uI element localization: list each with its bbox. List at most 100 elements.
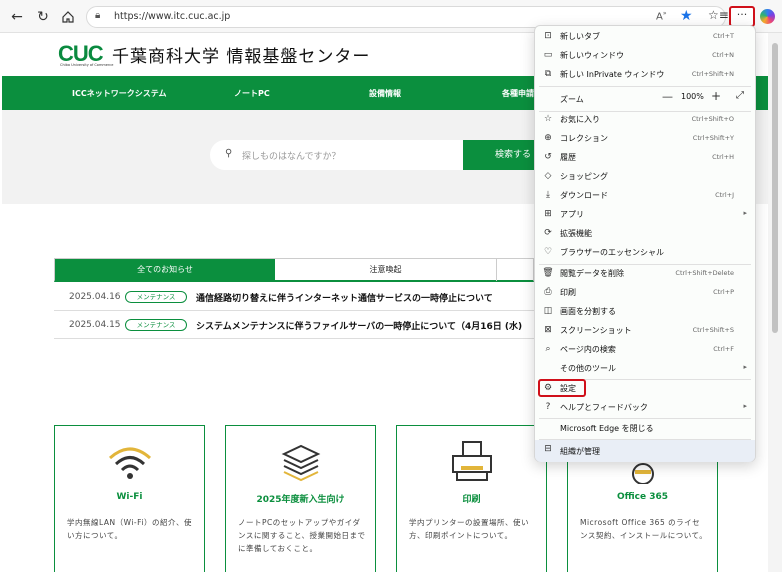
menu-item-favorites[interactable]: ☆ お気に入り Ctrl+Shift+O <box>535 110 755 129</box>
menu-item-collections[interactable]: ⊕ コレクション Ctrl+Shift+Y <box>535 129 755 148</box>
card-wifi[interactable]: Wi-Fi 学内無線LAN（Wi-Fi）の紹介、使い方について。 <box>54 425 205 572</box>
tab-alerts[interactable]: 注意喚起 <box>275 259 497 281</box>
refresh-icon[interactable]: ↻ <box>33 7 53 27</box>
zoom-in-button[interactable]: + <box>711 89 721 103</box>
tab-all-news[interactable]: 全てのお知らせ <box>55 259 275 281</box>
menu-item-apps[interactable]: ⊞ アプリ ▸ <box>535 205 755 224</box>
read-aloud-icon[interactable]: A» <box>656 10 667 22</box>
card-title: Office 365 <box>616 492 669 502</box>
nav-item-applications[interactable]: 各種申請 <box>502 88 534 99</box>
download-icon: ⤓ <box>546 190 550 200</box>
scrollbar-thumb[interactable] <box>772 43 778 333</box>
search-input[interactable]: ⚲ 探しものはなんですか？ <box>210 140 464 170</box>
menu-item-shopping[interactable]: ◇ ショッピング <box>535 167 755 186</box>
trash-icon: 🗑︎ <box>542 268 554 278</box>
history-icon: ↺ <box>544 152 552 162</box>
nav-item-notepc[interactable]: ノートPC <box>234 88 270 99</box>
card-printing[interactable]: 印刷 学内プリンターの設置場所、使い方、印刷ポイントについて。 <box>396 425 547 572</box>
menu-item-new-tab[interactable]: ⊡ 新しいタブ Ctrl+T <box>535 27 755 46</box>
briefcase-icon: ⊟ <box>544 444 552 454</box>
menu-item-inprivate[interactable]: ⧉ 新しい InPrivate ウィンドウ Ctrl+Shift+N <box>535 65 755 84</box>
menu-item-label: その他のツール <box>560 364 616 373</box>
news-badge: メンテナンス <box>125 291 187 303</box>
page-scrollbar[interactable] <box>768 33 782 572</box>
menu-item-label: Microsoft Edge を閉じる <box>560 424 654 433</box>
menu-item-label: ダウンロード <box>560 191 608 200</box>
menu-item-label: 閲覧データを削除 <box>560 269 624 278</box>
menu-item-print[interactable]: ⎙ 印刷 Ctrl+P <box>535 283 755 302</box>
fullscreen-icon[interactable]: ⤢ <box>736 90 744 101</box>
menu-item-split-screen[interactable]: ◫ 画面を分割する <box>535 302 755 321</box>
menu-item-essentials[interactable]: ♡ ブラウザーのエッセンシャル <box>535 243 755 262</box>
menu-item-extensions[interactable]: ⟳ 拡張機能 <box>535 224 755 243</box>
chevron-right-icon: ▸ <box>743 363 747 371</box>
search-placeholder: 探しものはなんですか？ <box>242 152 341 162</box>
menu-item-close-edge[interactable]: Microsoft Edge を閉じる <box>535 419 755 438</box>
search-button[interactable]: 検索する <box>463 140 543 170</box>
chevron-right-icon: ▸ <box>743 209 747 217</box>
card-description: 学内無線LAN（Wi-Fi）の紹介、使い方について。 <box>67 518 192 540</box>
card-description: ノートPCのセットアップやガイダンスに関すること、授業開始日までに準備しておくこ… <box>238 518 366 553</box>
news-tabs: 全てのお知らせ 注意喚起 <box>54 258 534 282</box>
menu-item-shortcut: Ctrl+Shift+N <box>691 70 734 78</box>
settings-highlight <box>538 379 586 397</box>
card-description: 学内プリンターの設置場所、使い方、印刷ポイントについて。 <box>409 518 529 540</box>
menu-item-shortcut: Ctrl+F <box>713 345 734 353</box>
lock-icon[interactable]: 🔒︎ <box>95 10 100 21</box>
menu-item-label: 画面を分割する <box>560 307 616 316</box>
help-icon: ? <box>545 402 551 412</box>
news-title[interactable]: 通信経路切り替えに伴うインターネット通信サービスの一時停止について <box>196 291 493 304</box>
news-title[interactable]: システムメンテナンスに伴うファイルサーバの一時停止について（4月16日 (水) <box>196 319 522 332</box>
menu-item-shortcut: Ctrl+Shift+O <box>691 115 734 123</box>
news-item[interactable]: 2025.04.15 メンテナンス システムメンテナンスに伴うファイルサーバの一… <box>54 312 534 339</box>
url-text[interactable]: https://www.itc.cuc.ac.jp <box>114 11 230 22</box>
card-freshmen[interactable]: 2025年度新入生向け ノートPCのセットアップやガイダンスに関すること、授業開… <box>225 425 376 572</box>
menu-item-managed[interactable]: ⊟ 組織が管理 <box>535 440 755 462</box>
menu-item-more-tools[interactable]: その他のツール ▸ <box>535 359 755 378</box>
menu-item-label: ブラウザーのエッセンシャル <box>560 248 664 257</box>
menu-item-shortcut: Ctrl+J <box>715 191 734 199</box>
menu-item-screenshot[interactable]: ⊠ スクリーンショット Ctrl+Shift+S <box>535 321 755 340</box>
menu-item-label: スクリーンショット <box>560 326 632 335</box>
menu-item-shortcut: Ctrl+H <box>712 153 734 161</box>
nav-item-facilities[interactable]: 設備情報 <box>369 88 401 99</box>
favorites-icon[interactable]: ☆≡ <box>708 8 729 22</box>
menu-item-label: ヘルプとフィードバック <box>560 403 648 412</box>
star-icon[interactable]: ★ <box>680 8 693 24</box>
menu-item-history[interactable]: ↺ 履歴 Ctrl+H <box>535 148 755 167</box>
menu-item-label: アプリ <box>560 210 584 219</box>
menu-item-downloads[interactable]: ⤓ ダウンロード Ctrl+J <box>535 186 755 205</box>
menu-item-shortcut: Ctrl+N <box>712 51 734 59</box>
menu-item-help[interactable]: ? ヘルプとフィードバック ▸ <box>535 398 755 417</box>
zoom-level: 100% <box>681 92 704 101</box>
heart-pulse-icon: ♡ <box>543 247 553 257</box>
printer-icon <box>447 440 497 484</box>
card-description: Microsoft Office 365 のライセンス契約、インストールについて… <box>580 518 708 540</box>
menu-item-new-window[interactable]: ▭ 新しいウィンドウ Ctrl+N <box>535 46 755 65</box>
nav-item-network[interactable]: ICCネットワークシステム <box>72 88 166 99</box>
zoom-out-button[interactable]: — <box>662 90 673 103</box>
menu-item-clear-data[interactable]: 🗑︎ 閲覧データを削除 Ctrl+Shift+Delete <box>535 264 755 283</box>
new-window-icon: ▭ <box>543 50 553 60</box>
menu-item-label: 新しいタブ <box>560 32 600 41</box>
news-item[interactable]: 2025.04.16 メンテナンス 通信経路切り替えに伴うインターネット通信サー… <box>54 284 534 311</box>
news-date: 2025.04.15 <box>69 320 121 330</box>
settings-and-more-button[interactable]: ··· <box>729 6 755 27</box>
home-icon[interactable] <box>58 7 78 27</box>
menu-item-shortcut: Ctrl+Shift+S <box>692 326 734 334</box>
news-badge: メンテナンス <box>125 319 187 331</box>
menu-item-shortcut: Ctrl+T <box>713 32 734 40</box>
favorites-icon: ☆ <box>543 114 553 124</box>
menu-item-label: ショッピング <box>560 172 608 181</box>
wifi-icon <box>105 440 155 484</box>
copilot-icon[interactable] <box>760 9 775 24</box>
menu-item-label: 履歴 <box>560 153 576 162</box>
print-icon: ⎙ <box>544 287 552 297</box>
menu-item-shortcut: Ctrl+Shift+Y <box>692 134 734 142</box>
screenshot-icon: ⊠ <box>544 325 552 335</box>
back-arrow-icon[interactable]: ← <box>7 7 27 27</box>
news-date: 2025.04.16 <box>69 292 121 302</box>
logo-subtitle: Chiba University of Commerce <box>60 63 114 67</box>
split-screen-icon: ◫ <box>543 306 553 316</box>
menu-item-find[interactable]: ⌕ ページ内の検索 Ctrl+F <box>535 340 755 359</box>
